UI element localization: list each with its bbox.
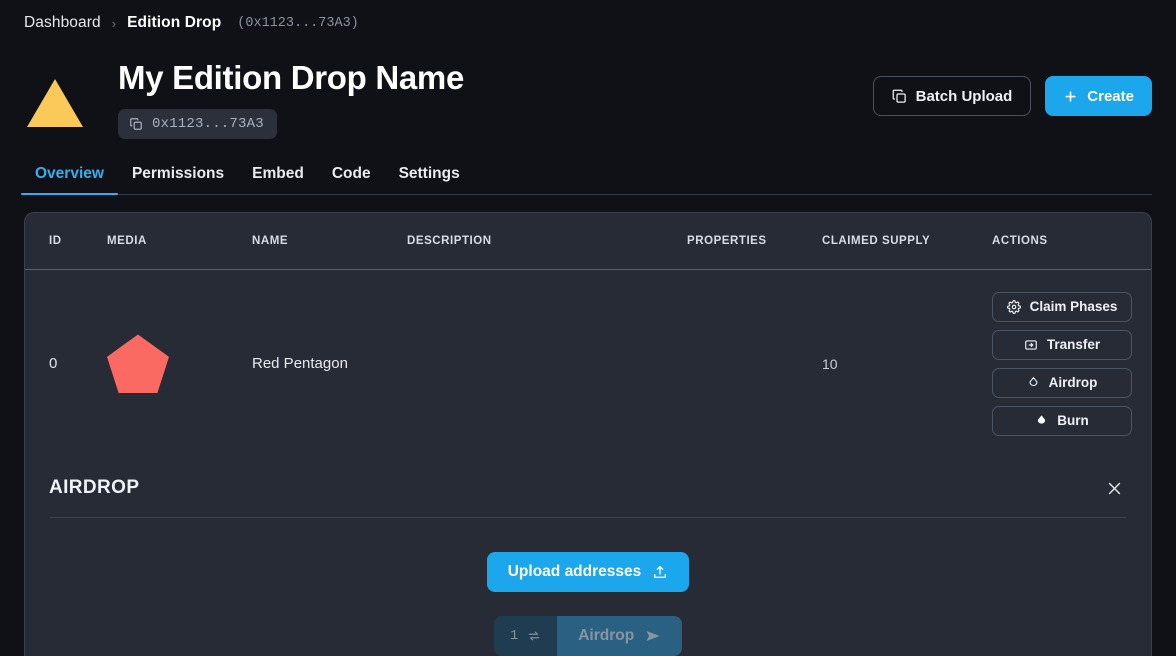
breadcrumb-separator-icon: › (112, 17, 116, 30)
create-button[interactable]: Create (1045, 76, 1152, 116)
column-header-properties: PROPERTIES (687, 235, 822, 247)
create-label: Create (1087, 88, 1134, 105)
quantity-stepper[interactable]: 1 (494, 616, 557, 656)
airdrop-panel: AIRDROP Upload addresses (25, 458, 1151, 656)
page-title: My Edition Drop Name (118, 60, 873, 97)
airdrop-label: Airdrop (1049, 375, 1098, 390)
tab-embed[interactable]: Embed (238, 165, 318, 194)
contract-logo (24, 72, 86, 134)
contract-address-badge[interactable]: 0x1123...73A3 (118, 109, 277, 139)
tab-code[interactable]: Code (318, 165, 385, 194)
red-pentagon-media-icon (107, 334, 169, 393)
claim-phases-button[interactable]: Claim Phases (992, 292, 1132, 322)
tab-bar: Overview Permissions Embed Code Settings (24, 165, 1152, 195)
column-header-description: DESCRIPTION (407, 235, 687, 247)
copy-stack-icon (892, 89, 907, 104)
breadcrumb-dashboard-link[interactable]: Dashboard (24, 14, 101, 32)
copy-icon (129, 117, 143, 131)
cell-name: Red Pentagon (252, 355, 407, 372)
droplet-outline-icon (1027, 376, 1040, 389)
cell-claimed-supply: 10 (822, 356, 992, 372)
tab-permissions[interactable]: Permissions (118, 165, 238, 194)
table-header-row: ID MEDIA NAME DESCRIPTION PROPERTIES CLA… (25, 213, 1151, 270)
airdrop-panel-title: AIRDROP (49, 477, 139, 499)
airdrop-button[interactable]: Airdrop (992, 368, 1132, 398)
gear-icon (1007, 300, 1021, 314)
cell-id: 0 (49, 355, 107, 372)
claim-phases-label: Claim Phases (1030, 299, 1118, 314)
breadcrumb-address: (0x1123...73A3) (237, 16, 359, 31)
quantity-value: 1 (510, 628, 518, 644)
nft-table-card: ID MEDIA NAME DESCRIPTION PROPERTIES CLA… (24, 212, 1152, 656)
transfer-button[interactable]: Transfer (992, 330, 1132, 360)
breadcrumb: Dashboard › Edition Drop (0x1123...73A3) (0, 0, 1176, 32)
column-header-actions: ACTIONS (992, 235, 1127, 247)
transfer-box-icon (1024, 338, 1038, 352)
column-header-name: NAME (252, 235, 407, 247)
airdrop-close-button[interactable] (1102, 476, 1127, 501)
column-header-claimed-supply: CLAIMED SUPPLY (822, 235, 992, 247)
header-actions: Batch Upload Create (873, 76, 1152, 116)
airdrop-panel-body: Upload addresses 1 (49, 518, 1127, 656)
upload-addresses-label: Upload addresses (508, 563, 642, 581)
airdrop-submit-button[interactable]: Airdrop (557, 616, 682, 656)
airdrop-submit-label: Airdrop (578, 627, 634, 645)
airdrop-panel-header: AIRDROP (49, 458, 1127, 518)
tab-overview[interactable]: Overview (21, 165, 118, 194)
column-header-media: MEDIA (107, 235, 252, 247)
send-arrow-icon (645, 628, 661, 644)
contract-address-text: 0x1123...73A3 (152, 116, 264, 132)
title-block: My Edition Drop Name 0x1123...73A3 (118, 60, 873, 139)
column-header-id: ID (49, 235, 107, 247)
batch-upload-button[interactable]: Batch Upload (873, 76, 1032, 116)
breadcrumb-current: Edition Drop (127, 14, 221, 32)
upload-addresses-button[interactable]: Upload addresses (487, 552, 690, 592)
table-row[interactable]: 0 Red Pentagon 10 Claim Phases (25, 270, 1151, 458)
droplet-filled-icon (1035, 414, 1048, 427)
yellow-triangle-logo-icon (27, 79, 83, 127)
page-header: My Edition Drop Name 0x1123...73A3 Batch… (0, 32, 1176, 139)
transfer-label: Transfer (1047, 337, 1100, 352)
cell-actions: Claim Phases Transfer Airdrop (992, 292, 1132, 436)
upload-icon (652, 564, 668, 580)
swap-arrows-icon (527, 629, 541, 643)
burn-label: Burn (1057, 413, 1089, 428)
airdrop-submit-group: 1 Airdrop (494, 616, 682, 656)
batch-upload-label: Batch Upload (916, 88, 1013, 105)
plus-icon (1063, 89, 1078, 104)
tab-settings[interactable]: Settings (385, 165, 474, 194)
cell-media (107, 334, 252, 393)
burn-button[interactable]: Burn (992, 406, 1132, 436)
close-icon (1106, 480, 1123, 497)
